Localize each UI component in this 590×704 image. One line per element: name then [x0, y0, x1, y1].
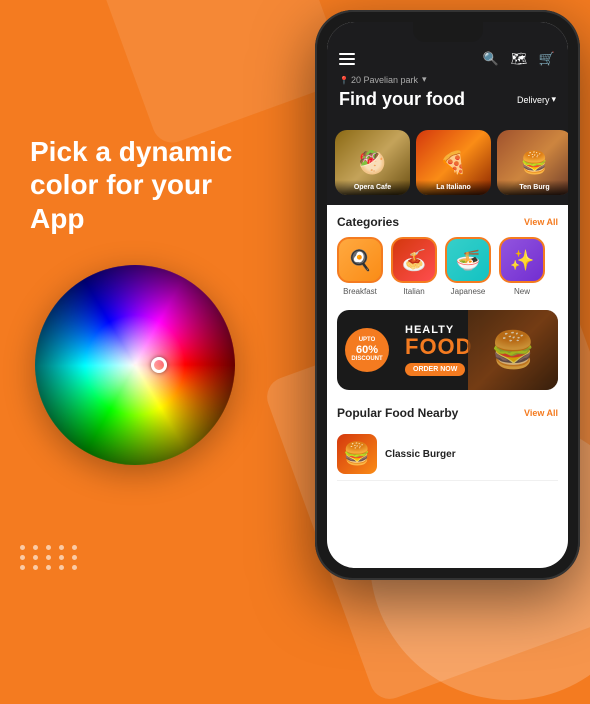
left-panel: Pick a dynamic color for your App [0, 0, 270, 600]
popular-item-img-0: 🍔 [337, 434, 377, 474]
category-item-new[interactable]: ✨ New [499, 237, 545, 296]
header-icons-row: 🔍 🗺 🛒 [339, 50, 556, 68]
category-icon-italian: 🍝 [391, 237, 437, 283]
food-card-0[interactable]: 🥙 Opera Cafe [335, 130, 410, 195]
delivery-button[interactable]: Delivery ▾ [517, 94, 556, 105]
category-icon-japanese: 🍜 [445, 237, 491, 283]
promo-left: UPTO 60% DISCOUNT [337, 318, 397, 382]
promo-percent: 60% [356, 344, 378, 356]
food-card-label-0: Opera Cafe [335, 180, 410, 195]
category-item-japanese[interactable]: 🍜 Japanese [445, 237, 491, 296]
header-right-icons: 🔍 🗺 🛒 [482, 50, 556, 68]
app-main-title: Find your food [339, 89, 465, 110]
promo-upto-label: UPTO [359, 337, 376, 344]
popular-item-0[interactable]: 🍔 Classic Burger [337, 428, 558, 481]
search-icon[interactable]: 🔍 [482, 50, 500, 68]
location-pin-icon: 📍 [339, 76, 347, 84]
categories-header: Categories View All [337, 215, 558, 229]
promo-bg-decoration: 🍔 [468, 310, 558, 390]
category-item-italian[interactable]: 🍝 Italian [391, 237, 437, 296]
location-row: 📍 20 Pavelian park ▾ [339, 74, 556, 85]
category-icon-breakfast: 🍳 [337, 237, 383, 283]
categories-row: 🍳 Breakfast 🍝 Italian 🍜 Japanese ✨ New [337, 237, 558, 296]
food-card-label-1: La Italiano [416, 180, 491, 195]
popular-item-info-0: Classic Burger [385, 449, 558, 460]
category-item-breakfast[interactable]: 🍳 Breakfast [337, 237, 383, 296]
food-card-2[interactable]: 🍔 Ten Burg [497, 130, 568, 195]
phone-notch [413, 22, 483, 42]
popular-item-name-0: Classic Burger [385, 449, 558, 460]
category-label-japanese: Japanese [451, 287, 486, 296]
popular-title: Popular Food Nearby [337, 406, 458, 420]
color-wheel-container[interactable] [35, 265, 235, 465]
map-icon[interactable]: 🗺 [510, 50, 528, 68]
color-wheel-indicator [151, 357, 167, 373]
category-label-italian: Italian [403, 287, 424, 296]
tagline-text: Pick a dynamic color for your App [30, 135, 250, 236]
food-card-1[interactable]: 🍕 La Italiano [416, 130, 491, 195]
category-icon-new: ✨ [499, 237, 545, 283]
color-wheel[interactable] [35, 265, 235, 465]
popular-view-all[interactable]: View All [524, 408, 558, 418]
location-arrow: ▾ [422, 74, 427, 85]
popular-header: Popular Food Nearby View All [337, 406, 558, 420]
category-label-new: New [514, 287, 530, 296]
category-label-breakfast: Breakfast [343, 287, 377, 296]
food-carousel: 🥙 Opera Cafe 🍕 La Italiano 🍔 Ten Burg [327, 120, 568, 205]
promo-banner[interactable]: UPTO 60% DISCOUNT HEALTY FOOD ORDER NOW … [337, 310, 558, 390]
categories-view-all[interactable]: View All [524, 217, 558, 227]
food-card-label-2: Ten Burg [497, 180, 568, 195]
phone-screen: 🔍 🗺 🛒 📍 20 Pavelian park ▾ Find your foo… [327, 22, 568, 568]
location-text: 20 Pavelian park [351, 75, 418, 85]
categories-title: Categories [337, 215, 399, 229]
cart-icon[interactable]: 🛒 [538, 50, 556, 68]
phone-mockup: 🔍 🗺 🛒 📍 20 Pavelian park ▾ Find your foo… [315, 10, 580, 580]
hamburger-menu-icon[interactable] [339, 53, 355, 65]
phone-frame: 🔍 🗺 🛒 📍 20 Pavelian park ▾ Find your foo… [315, 10, 580, 580]
header-title-row: Find your food Delivery ▾ [339, 89, 556, 110]
promo-discount-sub: DISCOUNT [351, 356, 382, 363]
popular-section: Popular Food Nearby View All 🍔 Classic B… [327, 398, 568, 485]
promo-order-button[interactable]: ORDER NOW [405, 363, 465, 376]
promo-discount-badge: UPTO 60% DISCOUNT [345, 328, 389, 372]
categories-section: Categories View All 🍳 Breakfast 🍝 Italia… [327, 205, 568, 302]
